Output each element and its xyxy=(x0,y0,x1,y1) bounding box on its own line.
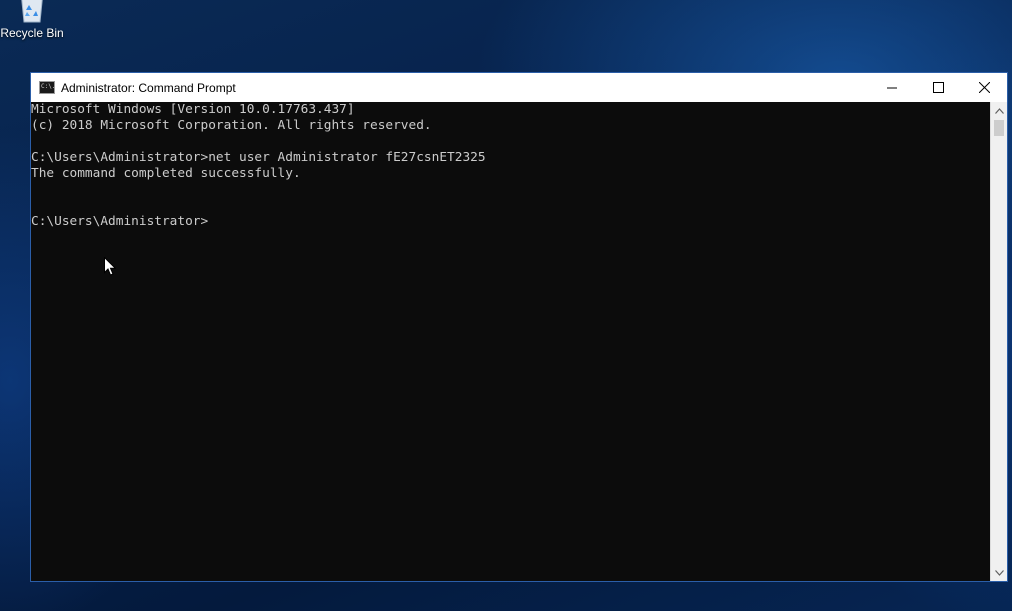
console-line: The command completed successfully. xyxy=(31,166,301,181)
console-line: C:\Users\Administrator>net user Administ… xyxy=(31,150,486,165)
console-line: Microsoft Windows [Version 10.0.17763.43… xyxy=(31,102,355,117)
console-prompt-line: C:\Users\Administrator> xyxy=(31,214,209,229)
recycle-bin-label: Recycle Bin xyxy=(0,26,64,40)
desktop-icon-recycle-bin[interactable]: Recycle Bin xyxy=(0,0,64,40)
recycle-bin-icon xyxy=(21,0,43,23)
command-prompt-window[interactable]: C:\. Administrator: Command Prompt Micro… xyxy=(30,72,1008,582)
vertical-scrollbar[interactable] xyxy=(990,102,1007,581)
chevron-up-icon xyxy=(994,107,1004,114)
scroll-thumb[interactable] xyxy=(994,120,1004,136)
close-icon xyxy=(978,82,990,93)
console-output[interactable]: Microsoft Windows [Version 10.0.17763.43… xyxy=(31,102,991,581)
scroll-down-button[interactable] xyxy=(991,564,1007,581)
minimize-icon xyxy=(886,87,897,89)
window-title: Administrator: Command Prompt xyxy=(61,80,236,95)
close-button[interactable] xyxy=(961,73,1007,102)
console-line: (c) 2018 Microsoft Corporation. All righ… xyxy=(31,118,432,133)
window-controls xyxy=(869,73,1007,102)
minimize-button[interactable] xyxy=(869,73,915,102)
command-prompt-icon-glyph: C:\. xyxy=(41,83,56,90)
maximize-button[interactable] xyxy=(915,73,961,102)
command-prompt-icon[interactable]: C:\. xyxy=(39,81,55,94)
maximize-icon xyxy=(932,82,944,93)
chevron-down-icon xyxy=(994,569,1004,576)
mouse-cursor-icon xyxy=(104,257,116,276)
title-bar[interactable]: C:\. Administrator: Command Prompt xyxy=(31,73,1007,102)
scroll-up-button[interactable] xyxy=(991,102,1007,119)
